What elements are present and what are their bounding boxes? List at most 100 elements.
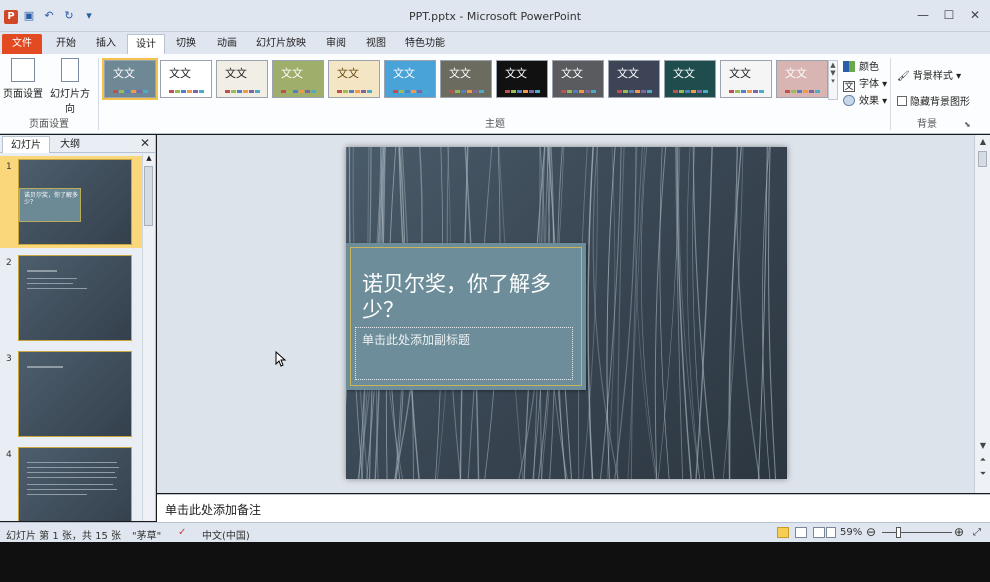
scroll-up-icon[interactable]: ▲ xyxy=(143,154,155,162)
fonts-icon: 文 xyxy=(843,81,855,92)
theme-colors-button[interactable]: 颜色 xyxy=(843,58,879,73)
minimize-icon[interactable]: — xyxy=(914,8,932,22)
slide-orientation-icon xyxy=(61,58,79,82)
theme-color-swatches xyxy=(337,90,372,93)
normal-view-icon[interactable] xyxy=(777,527,789,538)
slide-thumbnail-1[interactable]: 1 诺贝尔奖，你了解多少？ xyxy=(0,156,142,248)
mouse-pointer-icon xyxy=(275,351,287,367)
slide-thumbnail-4[interactable]: 4 xyxy=(0,444,142,521)
zoom-out-icon[interactable]: ⊖ xyxy=(866,525,876,539)
scroll-thumb[interactable] xyxy=(144,166,153,226)
thumbnail-scrollbar[interactable]: ▲ xyxy=(142,154,154,521)
theme-sample-text: 文文 xyxy=(785,67,807,80)
slide-canvas[interactable]: 诺贝尔奖，你了解多少？ 单击此处添加副标题 xyxy=(346,147,787,479)
thumbnail-title-box: 诺贝尔奖，你了解多少？ xyxy=(19,188,81,222)
tab-slides[interactable]: 幻灯片 xyxy=(2,136,50,153)
theme-thumbnail-4[interactable]: 文文 xyxy=(272,60,324,98)
theme-color-swatches xyxy=(785,90,820,93)
video-letterbox xyxy=(0,542,990,582)
notes-placeholder: 单击此处添加备注 xyxy=(165,503,262,517)
theme-thumbnail-3[interactable]: 文文 xyxy=(216,60,268,98)
group-divider xyxy=(890,58,891,130)
theme-thumbnail-10[interactable]: 文文 xyxy=(608,60,660,98)
theme-fonts-button[interactable]: 文字体 ▾ xyxy=(843,75,887,92)
tab-slideshow[interactable]: 幻灯片放映 xyxy=(250,34,312,54)
slide-sorter-view-icon[interactable] xyxy=(795,527,807,538)
zoom-level[interactable]: 59% xyxy=(840,527,862,538)
background-styles-button[interactable]: 🖌 背景样式 ▾ xyxy=(897,67,961,82)
theme-thumbnail-5[interactable]: 文文 xyxy=(328,60,380,98)
close-icon[interactable]: ✕ xyxy=(966,8,984,22)
next-slide-icon[interactable]: ⏷ xyxy=(975,469,990,479)
hide-background-graphics-checkbox[interactable]: 隐藏背景图形 xyxy=(897,93,970,108)
zoom-slider[interactable] xyxy=(882,532,952,533)
slideshow-view-icon[interactable] xyxy=(826,527,836,538)
fit-to-window-icon[interactable]: ⤢ xyxy=(973,527,981,538)
tab-outline[interactable]: 大纲 xyxy=(52,136,88,153)
colors-icon xyxy=(843,61,855,72)
theme-color-swatches xyxy=(617,90,652,93)
theme-color-swatches xyxy=(561,90,596,93)
reading-view-icon[interactable] xyxy=(813,527,825,538)
theme-thumbnail-6[interactable]: 文文 xyxy=(384,60,436,98)
previous-slide-icon[interactable]: ⏶ xyxy=(975,455,990,465)
tab-file[interactable]: 文件 xyxy=(2,34,42,54)
theme-thumbnail-12[interactable]: 文文 xyxy=(720,60,772,98)
maximize-icon[interactable]: ☐ xyxy=(940,8,958,22)
thumbnail-image xyxy=(18,351,132,437)
slide-title[interactable]: 诺贝尔奖，你了解多少？ xyxy=(362,271,574,323)
page-setup-group-label: 页面设置 xyxy=(29,119,69,130)
slide-editor: 诺贝尔奖，你了解多少？ 单击此处添加副标题 xyxy=(157,135,974,493)
dialog-launcher-icon[interactable]: ⬊ xyxy=(964,120,971,129)
theme-thumbnail-11[interactable]: 文文 xyxy=(664,60,716,98)
scroll-down-icon[interactable]: ▼ xyxy=(975,441,990,450)
theme-color-swatches xyxy=(673,90,708,93)
tab-view[interactable]: 视图 xyxy=(358,34,394,54)
zoom-slider-knob[interactable] xyxy=(896,527,901,538)
close-panel-icon[interactable]: ✕ xyxy=(140,136,150,150)
theme-thumbnail-1[interactable]: 文文 xyxy=(102,58,158,100)
theme-effects-button[interactable]: 效果 ▾ xyxy=(843,92,887,107)
scroll-up-icon[interactable]: ▲ xyxy=(975,137,990,146)
group-divider xyxy=(98,58,99,130)
theme-sample-text: 文文 xyxy=(561,67,583,80)
slide-thumbnail-2[interactable]: 2 xyxy=(0,252,142,344)
editor-scrollbar[interactable]: ▲ ▼ ⏶ ⏷ xyxy=(974,135,990,493)
theme-name-status[interactable]: "茅草" xyxy=(132,527,161,542)
slide-thumbnail-3[interactable]: 3 xyxy=(0,348,142,440)
theme-color-swatches xyxy=(113,90,148,93)
tab-animations[interactable]: 动画 xyxy=(208,34,246,54)
theme-sample-text: 文文 xyxy=(505,67,527,80)
scroll-thumb[interactable] xyxy=(978,151,987,167)
language-status[interactable]: 中文(中国) xyxy=(202,527,250,542)
theme-sample-text: 文文 xyxy=(281,67,303,80)
thumbnail-list: 1 诺贝尔奖，你了解多少？ 2 3 4 xyxy=(0,154,142,521)
tab-home[interactable]: 开始 xyxy=(46,34,86,54)
thumbnail-image: 诺贝尔奖，你了解多少？ xyxy=(18,159,132,245)
spellcheck-icon[interactable]: ✓ xyxy=(178,527,186,538)
theme-color-swatches xyxy=(225,90,260,93)
tab-insert[interactable]: 插入 xyxy=(88,34,124,54)
zoom-in-icon[interactable]: ⊕ xyxy=(954,525,964,539)
tab-design[interactable]: 设计 xyxy=(127,34,165,54)
theme-thumbnail-8[interactable]: 文文 xyxy=(496,60,548,98)
theme-sample-text: 文文 xyxy=(729,67,751,80)
theme-thumbnail-7[interactable]: 文文 xyxy=(440,60,492,98)
theme-thumbnail-9[interactable]: 文文 xyxy=(552,60,604,98)
theme-sample-text: 文文 xyxy=(337,67,359,80)
themes-group-label: 主题 xyxy=(485,119,505,130)
themes-gallery-scroll[interactable]: ▲ ▼ ▾ xyxy=(828,60,838,100)
theme-thumbnail-13[interactable]: 文文 xyxy=(776,60,828,98)
theme-sample-text: 文文 xyxy=(225,67,247,80)
tab-review[interactable]: 审阅 xyxy=(318,34,354,54)
background-styles-icon: 🖌 xyxy=(897,71,910,82)
themes-gallery: 文文 文文 文文 文文 文文 文文 文文 文文 文文 文文 文文 文文 文文 xyxy=(102,58,834,102)
theme-color-swatches xyxy=(729,90,764,93)
tab-special-features[interactable]: 特色功能 xyxy=(400,34,450,54)
notes-pane[interactable]: 单击此处添加备注 xyxy=(157,494,990,522)
page-setup-button[interactable]: 页面设置 xyxy=(2,58,44,100)
theme-thumbnail-2[interactable]: 文文 xyxy=(160,60,212,98)
slide-orientation-button[interactable]: 幻灯片方向 xyxy=(46,58,94,115)
tab-transitions[interactable]: 切换 xyxy=(168,34,204,54)
theme-color-swatches xyxy=(505,90,540,93)
